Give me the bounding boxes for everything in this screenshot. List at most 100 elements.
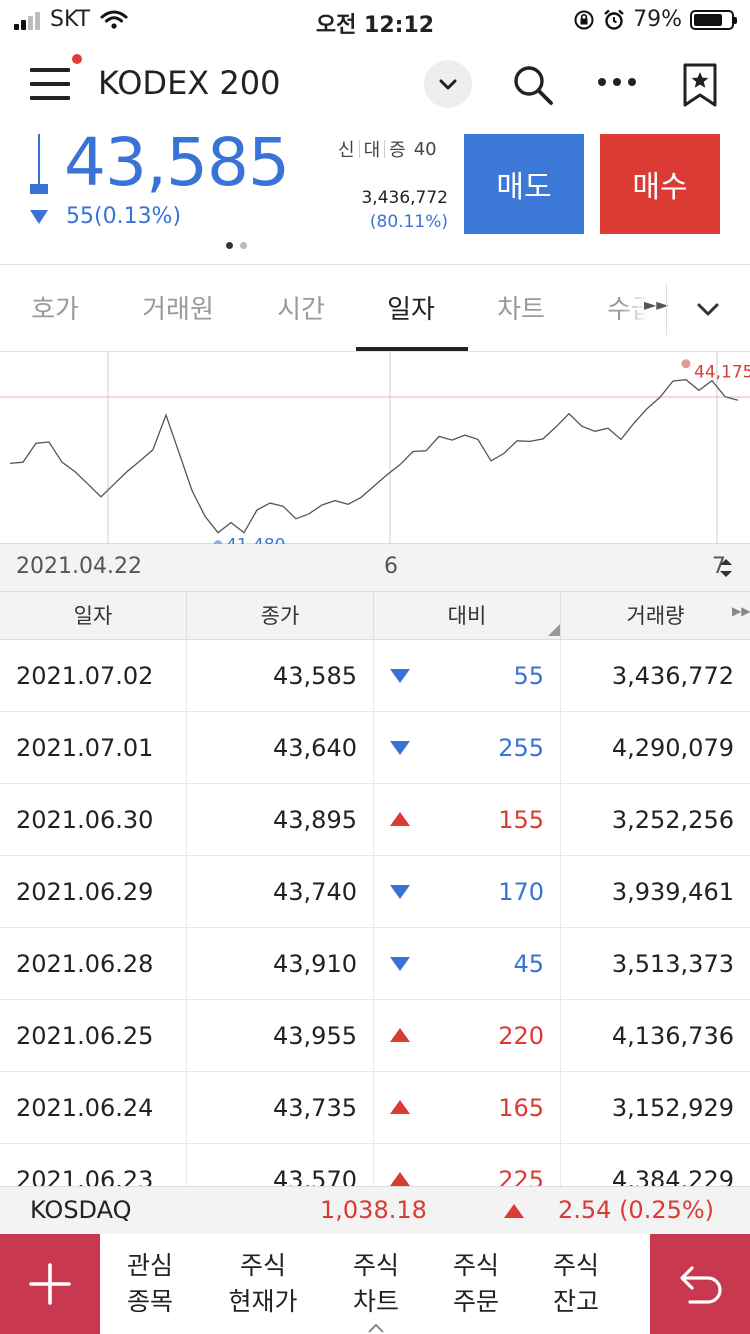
menu-icon[interactable] [30,68,70,102]
table-row[interactable]: 2021.06.30 43,895 155 3,252,256 [0,784,750,856]
info-tabs: 호가 거래원 시간 일자 차트 수급 ►► [0,264,750,352]
column-diff[interactable]: 대비 [374,592,561,640]
row-close: 43,640 [187,712,374,784]
bottom-nav: 관심 종목 주식 현재가 주식 차트 주식 주문 주식 잔고 [0,1234,750,1334]
nav-balance[interactable]: 주식 잔고 [544,1248,608,1320]
row-close: 43,910 [187,928,374,1000]
chevron-down-icon [439,79,457,90]
nav-balance-line1: 주식 [552,1251,599,1280]
column-volume[interactable]: 거래량 [561,592,750,640]
nav-watchlist[interactable]: 관심 종목 [118,1248,182,1320]
table-row[interactable]: 2021.06.24 43,735 165 3,152,929 [0,1072,750,1144]
table-row[interactable]: 2021.06.28 43,910 45 3,513,373 [0,928,750,1000]
row-diff: 155 [374,784,561,856]
updown-stepper-icon[interactable] [718,556,734,580]
up-arrow-icon [390,812,410,826]
table-row[interactable]: 2021.07.02 43,585 55 3,436,772 [0,640,750,712]
tab-time[interactable]: 시간 [274,289,328,326]
return-arrow-icon [680,1266,722,1304]
tab-orderbook[interactable]: 호가 [28,289,82,326]
nav-current-price[interactable]: 주식 현재가 [220,1248,306,1320]
price-change-value: 55(0.13%) [66,204,182,229]
orientation-lock-icon [574,10,594,29]
up-arrow-icon [390,1172,410,1186]
up-arrow-icon [390,1028,410,1042]
search-icon[interactable] [510,62,556,108]
row-date: 2021.07.02 [0,640,187,712]
table-row[interactable]: 2021.06.29 43,740 170 3,939,461 [0,856,750,928]
table-row[interactable]: 2021.07.01 43,640 255 4,290,079 [0,712,750,784]
price-chart-svg: 44,175 41,480 [0,352,750,544]
nav-order-line2: 주문 [452,1287,499,1316]
row-diff-value: 155 [498,806,544,834]
sell-button[interactable]: 매도 [464,134,584,234]
table-header: 일자 종가 대비 거래량 ▶▶ [0,592,750,640]
bookmark-star-icon[interactable] [682,62,718,108]
trade-volume: 3,436,772 [361,188,448,208]
add-menu-button[interactable] [0,1234,100,1334]
row-date: 2021.06.24 [0,1072,187,1144]
app-header: KODEX 200 [0,40,750,128]
buy-button[interactable]: 매수 [600,134,720,234]
tab-chart[interactable]: 차트 [494,289,548,326]
more-icon[interactable] [596,74,638,90]
price-change: 55(0.13%) [30,204,181,229]
nav-order-line1: 주식 [452,1251,499,1280]
row-diff-value: 225 [498,1166,544,1186]
status-bar: SKT 오전 12:12 79% [0,0,750,40]
row-volume: 3,513,373 [611,950,734,978]
current-price: 43,585 [64,124,290,201]
tag-loan: 대 [363,140,381,161]
price-gauge-icon [30,134,48,194]
row-close: 43,895 [187,784,374,856]
nav-current-price-line1: 주식 [239,1251,286,1280]
index-ticker[interactable]: KOSDAQ 1,038.18 2.54 (0.25%) [0,1186,750,1234]
column-close[interactable]: 종가 [187,592,374,640]
tab-divider [666,283,667,335]
page-indicator[interactable] [226,242,254,249]
scroll-right-icon[interactable]: ▶▶ [732,604,750,618]
notification-dot [72,54,82,64]
row-date: 2021.06.30 [0,784,187,856]
row-volume: 4,290,079 [611,734,734,762]
table-row[interactable]: 2021.06.23 43,570 225 4,384,229 [0,1144,750,1186]
down-arrow-icon [30,209,48,224]
row-diff: 225 [374,1144,561,1186]
tab-daily[interactable]: 일자 [384,289,438,326]
row-volume: 3,152,929 [611,1094,734,1122]
nav-chart[interactable]: 주식 차트 [344,1248,408,1320]
stock-dropdown-button[interactable] [424,60,472,108]
plus-icon [29,1263,71,1305]
row-date: 2021.06.23 [0,1144,187,1186]
chart-high-marker [681,359,691,369]
status-right: 79% [565,7,737,32]
row-diff-value: 170 [498,878,544,906]
row-close: 43,740 [187,856,374,928]
tab-brokers[interactable]: 거래원 [138,289,218,326]
row-diff: 165 [374,1072,561,1144]
trade-volume-rate: (80.11%) [369,212,448,232]
row-close: 43,955 [187,1000,374,1072]
battery-icon [690,9,737,30]
row-volume: 3,436,772 [611,662,734,690]
row-diff: 170 [374,856,561,928]
column-date[interactable]: 일자 [0,592,187,640]
nav-order[interactable]: 주식 주문 [444,1248,508,1320]
row-diff-value: 55 [513,662,544,690]
row-diff-value: 220 [498,1022,544,1050]
chart-date-bar: 2021.04.22 6 7 [0,544,750,592]
nav-watchlist-line1: 관심 [126,1251,173,1280]
nav-chart-line1: 주식 [352,1251,399,1280]
active-tab-indicator [356,347,468,351]
back-button[interactable] [650,1234,750,1334]
tag-margin: 증 [389,140,406,161]
row-date: 2021.06.28 [0,928,187,1000]
index-change: 2.54 (0.25%) [558,1196,715,1224]
price-chart[interactable]: 44,175 41,480 [0,352,750,544]
table-row[interactable]: 2021.06.25 43,955 220 4,136,736 [0,1000,750,1072]
chevron-down-icon[interactable] [690,293,726,325]
caret-up-icon [368,1323,384,1333]
up-arrow-icon [390,1100,410,1114]
row-date: 2021.07.01 [0,712,187,784]
stock-tags: 신 대 증 40 [334,136,441,162]
